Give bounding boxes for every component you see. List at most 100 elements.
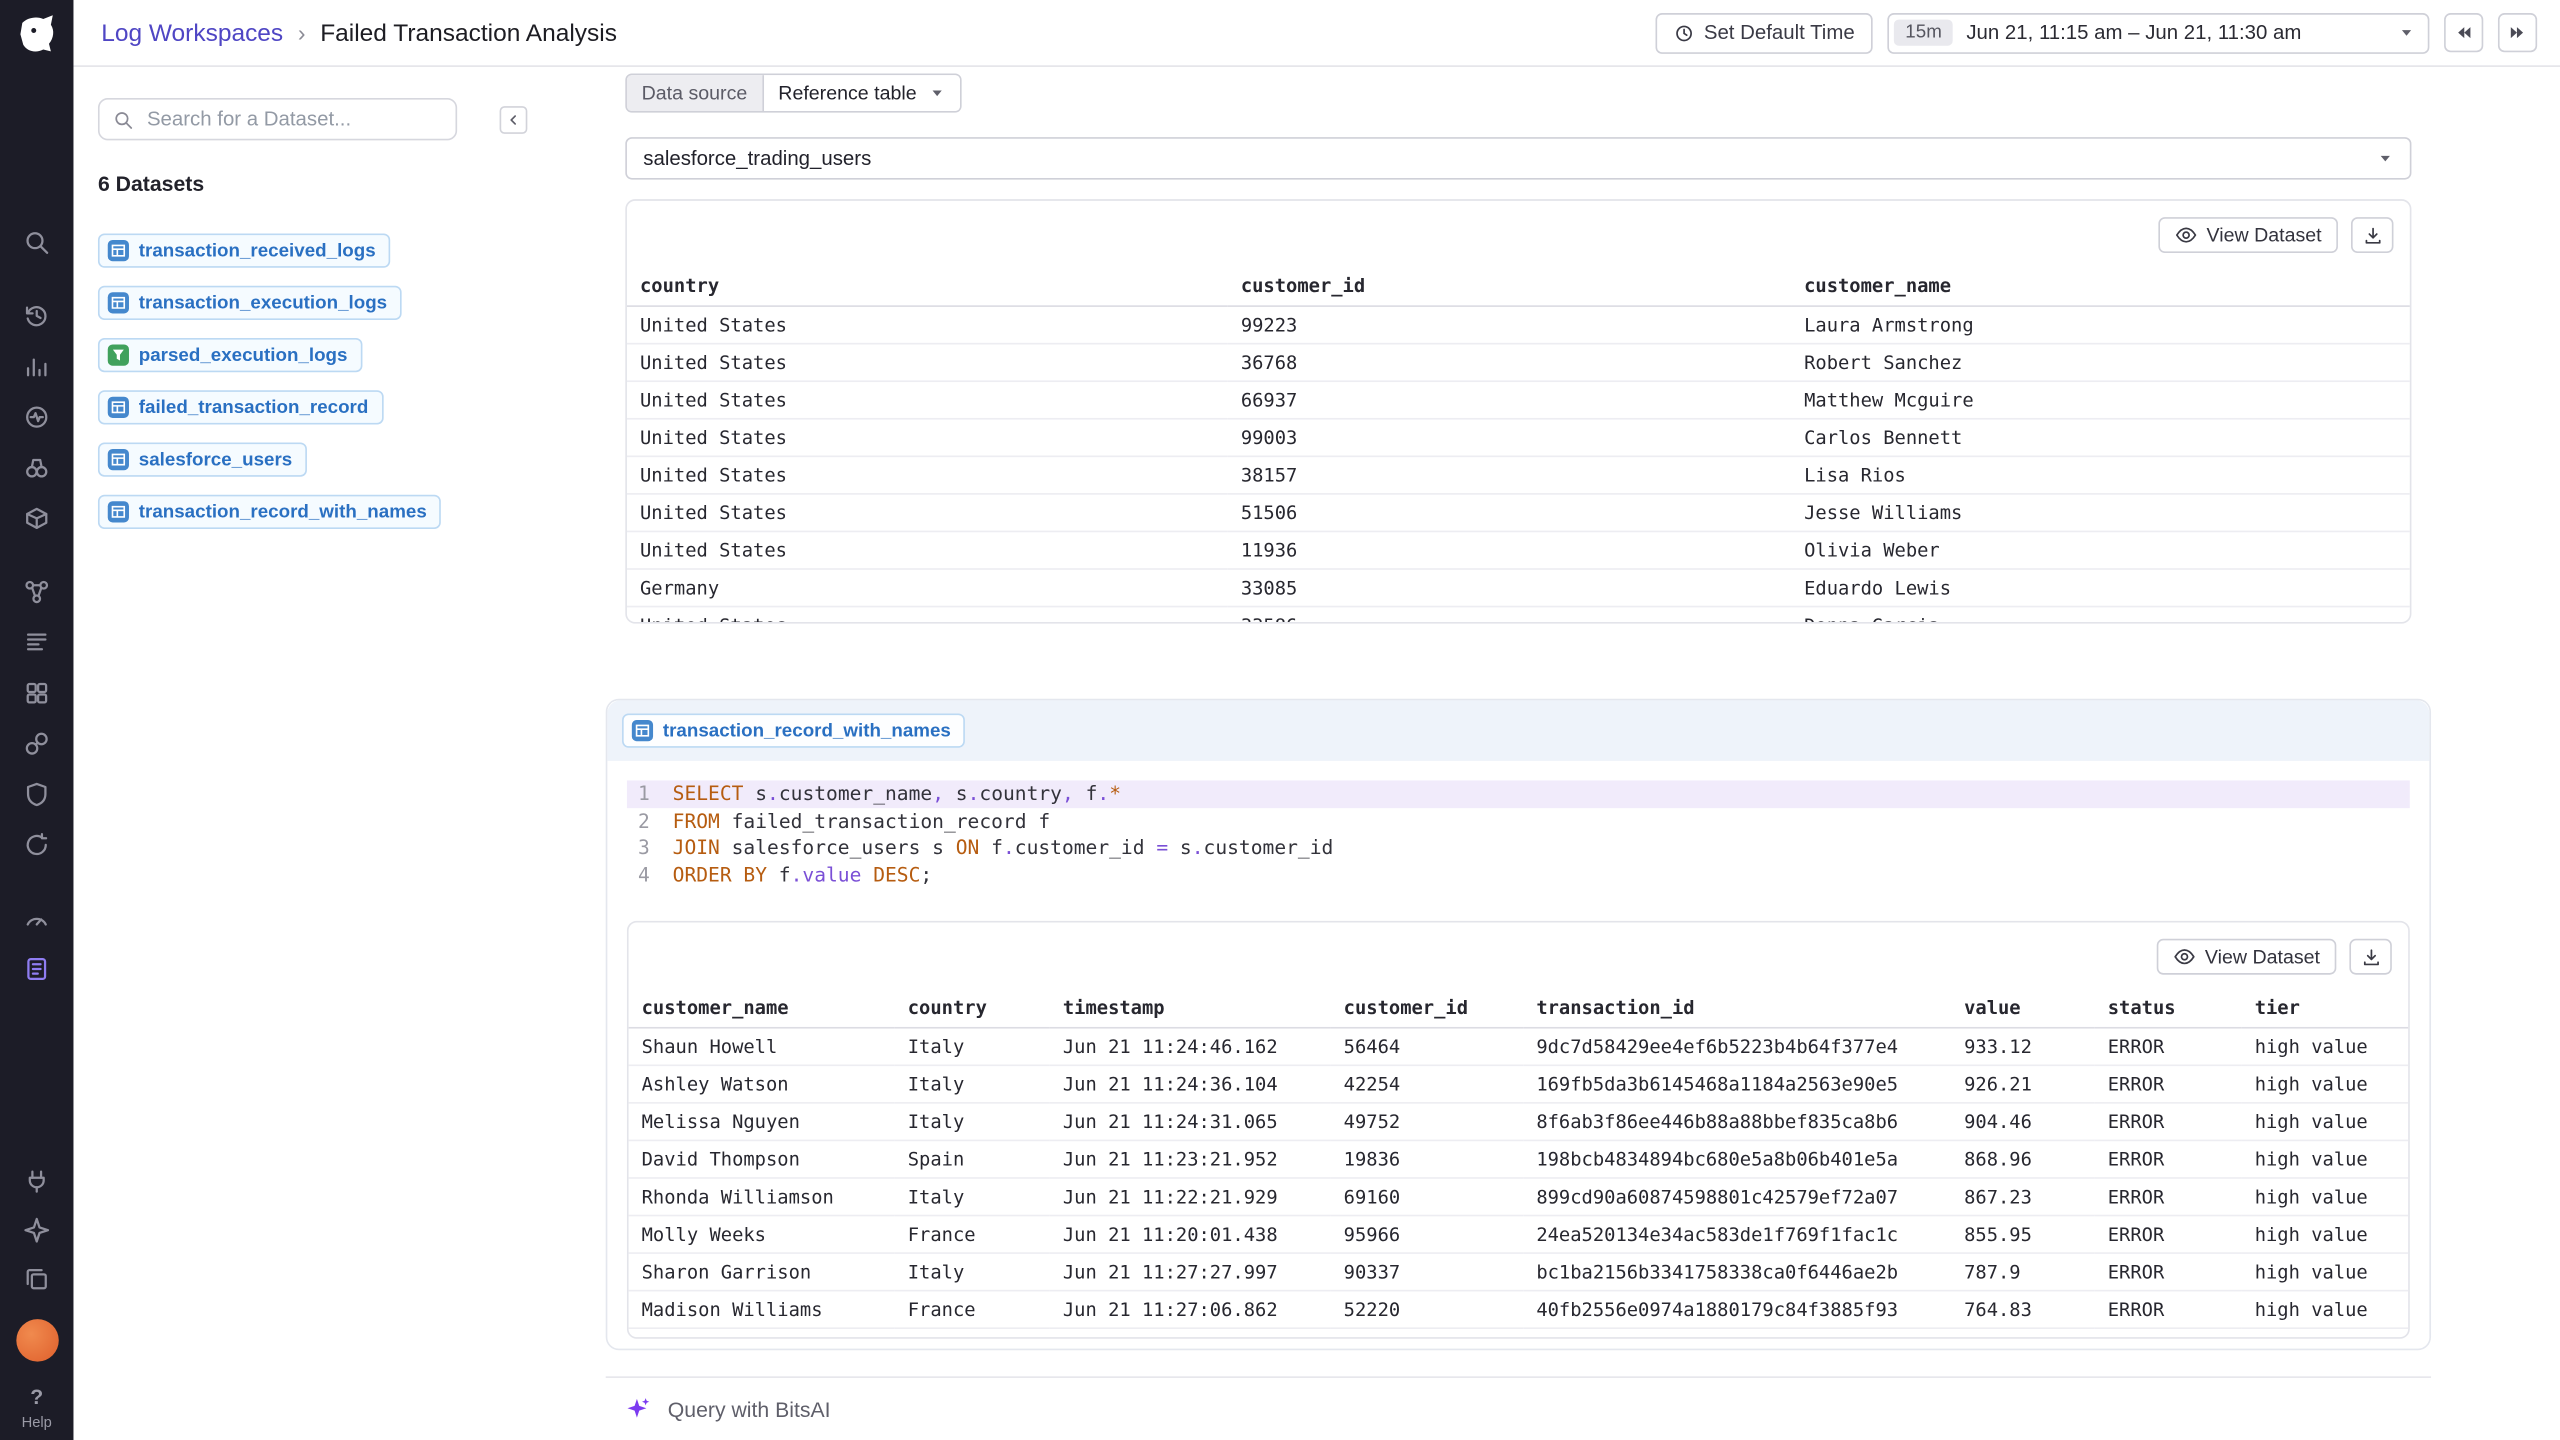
table-cell: Donna Garcia [1791, 607, 2411, 624]
table-cell: Germany [627, 569, 1228, 607]
code-token: FROM [673, 807, 720, 834]
plug-nav-item[interactable] [19, 1162, 55, 1198]
metrics-icon [23, 352, 51, 380]
table-row[interactable]: Sharon GarrisonItalyJun 21 11:27:27.9979… [629, 1253, 2410, 1291]
plug-icon [23, 1167, 51, 1195]
table-cell: Italy [895, 1253, 1050, 1291]
table-row[interactable]: United States38157Lisa Rios [627, 456, 2411, 494]
breadcrumb-log-workspaces[interactable]: Log Workspaces [101, 19, 283, 47]
sql-editor[interactable]: 1SELECT s.customer_name, s.country, f.*2… [627, 780, 2410, 888]
infrastructure-nav-item[interactable] [19, 500, 55, 536]
code-token: s [1168, 834, 1192, 861]
code-token: . [1097, 780, 1109, 807]
table-icon [111, 504, 126, 519]
table-row[interactable]: Germany33085Eduardo Lewis [627, 569, 2411, 607]
table-row[interactable]: United States66937Matthew Mcguire [627, 381, 2411, 419]
code-token [861, 861, 873, 888]
data-source-label[interactable]: Data source [627, 75, 764, 111]
dataset-chip[interactable]: transaction_record_with_names [622, 713, 966, 747]
search-input[interactable] [144, 106, 443, 132]
code-line: 2FROM failed_transaction_record f [627, 807, 2410, 834]
table-row[interactable]: David ThompsonSpainJun 21 11:23:21.95219… [629, 1140, 2410, 1178]
synthetics-nav-item[interactable] [19, 826, 55, 862]
sparkle-icon [625, 1396, 651, 1422]
column-header: customer_name [1791, 266, 2411, 306]
download-button[interactable] [2349, 939, 2391, 975]
table-row[interactable]: United States99223Laura Armstrong [627, 306, 2411, 344]
table-row[interactable]: United States11936Olivia Weber [627, 531, 2411, 569]
time-range-selector[interactable]: 15m Jun 21, 11:15 am – Jun 21, 11:30 am [1887, 12, 2429, 53]
dataset-search [98, 98, 457, 140]
table-cell: Jun 21 11:27:27.997 [1050, 1253, 1331, 1291]
livetail-nav-item[interactable] [19, 449, 55, 485]
dataset-chip[interactable]: transaction_record_with_names [98, 495, 442, 529]
datadog-logo[interactable] [0, 0, 73, 67]
line-number: 3 [627, 834, 650, 861]
logs-nav-item[interactable] [19, 624, 55, 660]
copies-nav-item[interactable] [19, 1260, 55, 1296]
table-cell: 9dc7d58429ee4ef6b5223b4b64f377e4 [1523, 1028, 1951, 1066]
skip-forward-button[interactable] [2498, 13, 2537, 52]
history-nav-item[interactable] [19, 297, 55, 333]
apm-nav-item[interactable] [19, 674, 55, 710]
code-token: f [767, 861, 791, 888]
rail-bottom: ? Help [0, 1162, 73, 1430]
help-button[interactable]: ? Help [22, 1384, 52, 1430]
security-nav-item[interactable] [19, 776, 55, 812]
code-token: customer_id [1204, 834, 1334, 861]
query-with-bitsai-button[interactable]: Query with BitsAI [606, 1376, 2431, 1440]
table-row[interactable]: United States36768Robert Sanchez [627, 344, 2411, 382]
table-cell: United States [627, 306, 1228, 344]
watchdog-nav-item[interactable] [19, 398, 55, 434]
table-row[interactable]: United States33586Donna Garcia [627, 607, 2411, 624]
table-cell: 169fb5da3b6145468a1184a2563e90e5 [1523, 1065, 1951, 1103]
table-icon [108, 397, 129, 418]
table-cell: ERROR [2095, 1253, 2242, 1291]
dataset-chip[interactable]: transaction_received_logs [98, 233, 390, 267]
table-cell: Molly Weeks [629, 1216, 895, 1254]
dataset-chip[interactable]: failed_transaction_record [98, 390, 383, 424]
card-toolbar: View Dataset [629, 922, 2409, 987]
query-results-table: customer_namecountrytimestampcustomer_id… [629, 988, 2409, 1339]
reference-table-select[interactable]: salesforce_trading_users [625, 137, 2411, 179]
table-cell: 764.83 [1951, 1291, 2095, 1329]
dataset-chip-label: failed_transaction_record [139, 398, 369, 418]
user-avatar[interactable] [16, 1319, 58, 1361]
search-nav-item[interactable] [19, 224, 55, 260]
column-header: country [895, 988, 1050, 1028]
metrics-nav-item[interactable] [19, 348, 55, 384]
dataset-chip[interactable]: salesforce_users [98, 442, 307, 476]
chevron-down-icon [930, 85, 946, 101]
data-source-type-dropdown[interactable]: Reference table [764, 75, 961, 111]
table-row[interactable]: Melissa NguyenItalyJun 21 11:24:31.06549… [629, 1103, 2410, 1141]
skip-back-button[interactable] [2444, 13, 2483, 52]
sparkle-icon [23, 1216, 51, 1244]
dataset-chip[interactable]: transaction_execution_logs [98, 286, 402, 320]
download-button[interactable] [2351, 217, 2393, 253]
workspaces-nav-item[interactable] [19, 950, 55, 986]
view-dataset-label: View Dataset [2205, 945, 2320, 968]
table-row[interactable]: Misty LoweSpainJun 21 11:19:38.915433655… [629, 1328, 2410, 1339]
table-row[interactable]: Ashley WatsonItalyJun 21 11:24:36.104422… [629, 1065, 2410, 1103]
rail-bottom-icons [19, 1162, 55, 1309]
table-row[interactable]: United States51506Jesse Williams [627, 494, 2411, 532]
dashboards-nav-item[interactable] [19, 900, 55, 936]
column-header: transaction_id [1523, 988, 1951, 1028]
table-row[interactable]: Rhonda WilliamsonItalyJun 21 11:22:21.92… [629, 1178, 2410, 1216]
table-cell: ERROR [2095, 1103, 2242, 1141]
table-row[interactable]: Shaun HowellItalyJun 21 11:24:46.1625646… [629, 1028, 2410, 1066]
view-dataset-button[interactable]: View Dataset [2156, 939, 2336, 975]
view-dataset-button[interactable]: View Dataset [2158, 217, 2338, 253]
dataset-chip[interactable]: parsed_execution_logs [98, 338, 362, 372]
set-default-time-button[interactable]: Set Default Time [1655, 12, 1873, 53]
table-row[interactable]: Madison WilliamsFranceJun 21 11:27:06.86… [629, 1291, 2410, 1329]
table-row[interactable]: United States99003Carlos Bennett [627, 419, 2411, 457]
code-token: . [968, 780, 980, 807]
table-cell: 90337 [1331, 1253, 1524, 1291]
collapse-sidebar-button[interactable] [500, 106, 528, 134]
sparkle-nav-item[interactable] [19, 1211, 55, 1247]
table-row[interactable]: Molly WeeksFranceJun 21 11:20:01.4389596… [629, 1216, 2410, 1254]
integrations-nav-item[interactable] [19, 725, 55, 761]
service-map-nav-item[interactable] [19, 573, 55, 609]
column-header: timestamp [1050, 988, 1331, 1028]
